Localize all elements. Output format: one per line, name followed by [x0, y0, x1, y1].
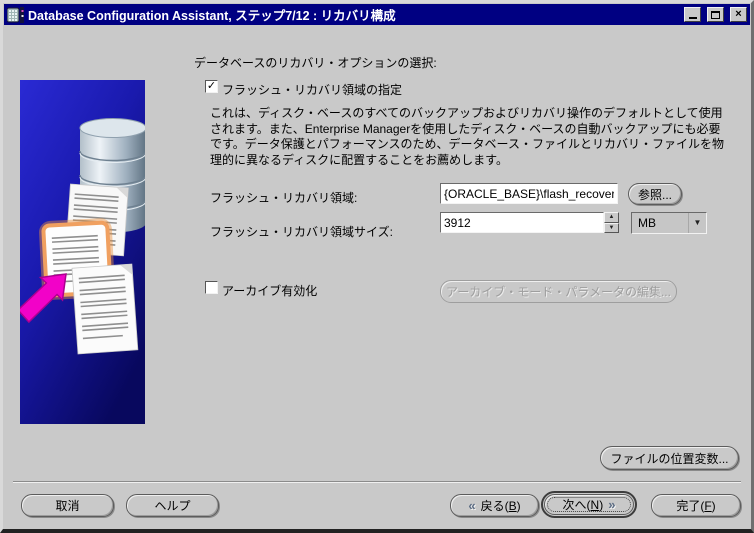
maximize-button[interactable] — [707, 7, 724, 22]
flash-recovery-area-input[interactable] — [440, 183, 618, 204]
minimize-button[interactable] — [684, 7, 701, 22]
double-chevron-right-icon: » — [608, 497, 616, 512]
flash-recovery-checkbox-label[interactable]: フラッシュ・リカバリ領域の指定 — [222, 81, 402, 98]
maximize-icon — [711, 10, 720, 19]
check-icon: ✓ — [206, 80, 217, 92]
file-location-variables-label: ファイルの位置変数... — [610, 451, 729, 466]
archive-checkbox-label[interactable]: アーカイブ有効化 — [222, 282, 317, 299]
chevron-up-icon: ▲ — [608, 214, 615, 221]
close-icon: × — [735, 8, 742, 20]
title-bar: Database Configuration Assistant, ステップ7/… — [4, 4, 750, 25]
chevron-down-icon: ▼ — [608, 224, 615, 231]
browse-button-label: 参照... — [637, 187, 672, 202]
edit-archive-mode-params-button: アーカイブ・モード・パラメータの編集... — [440, 280, 677, 303]
double-chevron-left-icon: « — [468, 498, 476, 513]
finish-button[interactable]: 完了(F) — [651, 494, 741, 517]
document-icon — [71, 263, 139, 355]
minimize-icon — [688, 17, 697, 19]
help-button-label: ヘルプ — [154, 499, 191, 513]
back-button[interactable]: « 戻る(B) — [450, 494, 539, 517]
size-unit-value: MB — [638, 216, 656, 230]
flash-recovery-area-label: フラッシュ・リカバリ領域: — [210, 191, 358, 205]
spinner-down-button[interactable]: ▼ — [604, 222, 619, 233]
page-title: データベースのリカバリ・オプションの選択: — [194, 56, 437, 70]
flash-recovery-size-input[interactable] — [440, 212, 604, 233]
size-unit-dropdown[interactable]: MB ▼ — [631, 212, 707, 234]
flash-recovery-checkbox[interactable]: ✓ — [205, 80, 218, 93]
next-button-label: 次へ(N) — [562, 498, 604, 512]
footer-separator — [13, 481, 741, 482]
close-button[interactable]: × — [730, 7, 747, 22]
dbca-app-icon — [7, 6, 24, 23]
flash-recovery-description: これは、ディスク・ベースのすべてのバックアップおよびリカバリ操作のデフォルトとし… — [210, 106, 724, 167]
file-location-variables-button[interactable]: ファイルの位置変数... — [600, 446, 739, 470]
help-button[interactable]: ヘルプ — [126, 494, 219, 517]
size-spinner: ▲ ▼ — [604, 212, 619, 233]
spinner-up-button[interactable]: ▲ — [604, 212, 619, 223]
window-title: Database Configuration Assistant, ステップ7/… — [28, 9, 396, 23]
cancel-button[interactable]: 取消 — [21, 494, 114, 517]
next-button[interactable]: 次へ(N) » — [544, 494, 634, 515]
chevron-down-icon: ▼ — [688, 213, 706, 233]
flash-recovery-size-label: フラッシュ・リカバリ領域サイズ: — [210, 225, 393, 239]
back-button-label: 戻る(B) — [480, 499, 521, 513]
archive-checkbox[interactable] — [205, 281, 218, 294]
edit-archive-mode-params-label: アーカイブ・モード・パラメータの編集... — [446, 285, 671, 299]
finish-button-label: 完了(F) — [676, 499, 716, 513]
next-button-default-ring: 次へ(N) » — [541, 491, 637, 518]
cancel-button-label: 取消 — [55, 499, 80, 513]
browse-button[interactable]: 参照... — [628, 183, 682, 205]
dbca-wizard-window: Database Configuration Assistant, ステップ7/… — [0, 0, 754, 533]
recovery-illustration — [20, 80, 145, 424]
